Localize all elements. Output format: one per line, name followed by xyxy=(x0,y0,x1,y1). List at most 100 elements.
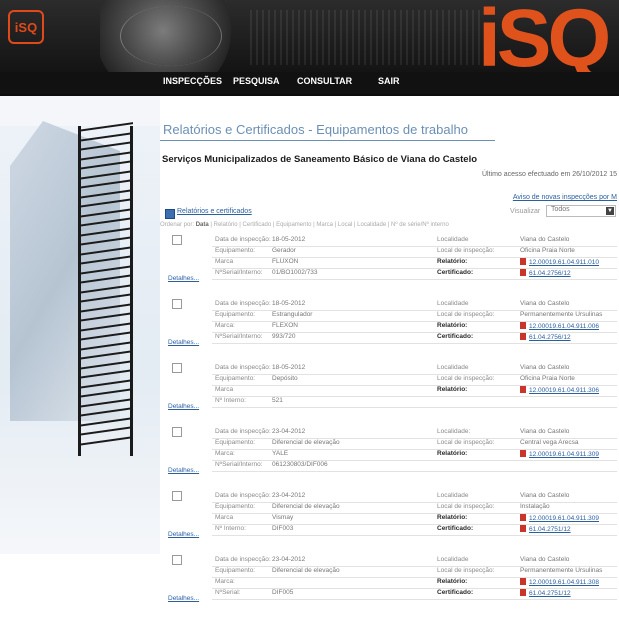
field-label: Certificado: xyxy=(437,525,474,532)
stair-step xyxy=(78,350,133,360)
field-label: Nº Interno: xyxy=(215,397,246,404)
document-link-text[interactable]: 61.04.2756/12 xyxy=(529,334,571,341)
field-label: Marca: xyxy=(215,322,235,329)
document-link-text[interactable]: 61.04.2751/12 xyxy=(529,590,571,597)
document-link-text[interactable]: 12.00019.61.04.911.006 xyxy=(529,323,599,330)
stair-step xyxy=(78,255,133,265)
details-link[interactable]: Detalhes... xyxy=(168,275,199,282)
nav-pesquisa[interactable]: PESQUISA xyxy=(233,76,280,86)
document-link-text[interactable]: 12.00019.61.04.911.309 xyxy=(529,451,599,458)
pdf-icon xyxy=(520,386,526,393)
document-link-text[interactable]: 61.04.2756/12 xyxy=(529,270,571,277)
record-item: Detalhes... Data de inspecção: 18-05-2012 L… xyxy=(160,233,619,297)
field-value: Viana do Castelo xyxy=(520,428,570,435)
document-link[interactable]: 12.00019.61.04.911.308 xyxy=(520,578,599,586)
chevron-down-icon[interactable]: ▼ xyxy=(606,207,614,215)
field-label: Local de inspecção: xyxy=(437,247,495,254)
document-link[interactable]: 12.00019.61.04.911.010 xyxy=(520,258,599,266)
field-value: 18-05-2012 xyxy=(272,364,306,371)
field-value: Viana do Castelo xyxy=(520,236,570,243)
field-label: Localidade xyxy=(437,236,469,243)
stair-step xyxy=(78,435,133,446)
field-label: Certificado: xyxy=(437,333,474,340)
field-value: Permanentemente Ursulinas xyxy=(520,311,603,318)
field-value: Vismay xyxy=(272,514,294,521)
filter-label: Visualizar xyxy=(510,208,541,215)
stair-step xyxy=(78,264,133,275)
field-label: NºSerial: xyxy=(215,589,241,596)
new-inspections-notice-link[interactable]: Aviso de novas inspecções por M xyxy=(513,194,617,201)
field-label: Relatório: xyxy=(437,578,468,585)
record-item: Detalhes... Data de inspecção: 23-04-2012 L… xyxy=(160,553,619,617)
details-link[interactable]: Detalhes... xyxy=(168,531,199,538)
field-label: Data de inspecção: xyxy=(215,236,271,243)
field-label: Certificado: xyxy=(437,589,474,596)
field-value: 23-04-2012 xyxy=(272,492,306,499)
document-link[interactable]: 61.04.2756/12 xyxy=(520,333,571,341)
record-checkbox[interactable] xyxy=(172,235,182,245)
document-link-text[interactable]: 12.00019.61.04.911.010 xyxy=(529,259,599,266)
staircase-graphic xyxy=(70,122,150,456)
record-checkbox[interactable] xyxy=(172,555,182,565)
record-checkbox[interactable] xyxy=(172,363,182,373)
details-link[interactable]: Detalhes... xyxy=(168,403,199,410)
record-checkbox[interactable] xyxy=(172,427,182,437)
field-label: Equipamento: xyxy=(215,503,256,510)
nav-consultar[interactable]: CONSULTAR xyxy=(297,76,352,86)
document-link[interactable]: 12.00019.61.04.911.006 xyxy=(520,322,599,330)
field-label: Equipamento: xyxy=(215,247,256,254)
document-link-text[interactable]: 61.04.2751/12 xyxy=(529,526,571,533)
stair-step xyxy=(78,226,133,237)
field-value: FLEXON xyxy=(272,322,299,329)
record-item: Detalhes... Data de inspecção: 23-04-2012 L… xyxy=(160,489,619,553)
field-value: Diferencial de elevação xyxy=(272,439,340,446)
pdf-icon xyxy=(520,450,526,457)
stair-step xyxy=(78,331,133,341)
field-label: Certificado: xyxy=(437,269,474,276)
details-link[interactable]: Detalhes... xyxy=(168,339,199,346)
header-banner: iSQ iSQ INSPECÇÕES PESQUISA CONSULTAR SA… xyxy=(0,0,619,96)
field-label: Data de inspecção: xyxy=(215,492,271,499)
record-checkbox[interactable] xyxy=(172,299,182,309)
pdf-icon xyxy=(520,322,526,329)
stair-step xyxy=(78,378,133,389)
document-link-text[interactable]: 12.00019.61.04.911.306 xyxy=(529,387,599,394)
sort-option-data[interactable]: Data xyxy=(196,222,209,228)
document-link[interactable]: 61.04.2751/12 xyxy=(520,589,571,597)
document-link[interactable]: 12.00019.61.04.911.309 xyxy=(520,450,599,458)
stair-step xyxy=(78,397,133,408)
document-link[interactable]: 61.04.2751/12 xyxy=(520,525,571,533)
record-checkbox[interactable] xyxy=(172,491,182,501)
section-reports-link[interactable]: Relatórios e certificados xyxy=(177,208,252,215)
field-value: 18-05-2012 xyxy=(272,236,306,243)
field-label: Local de inspecção: xyxy=(437,439,495,446)
field-value: YALE xyxy=(272,450,289,457)
document-link-text[interactable]: 12.00019.61.04.911.308 xyxy=(529,579,599,586)
field-label: Relatório: xyxy=(437,514,468,521)
stair-step xyxy=(78,188,133,199)
details-link[interactable]: Detalhes... xyxy=(168,467,199,474)
details-link[interactable]: Detalhes... xyxy=(168,595,199,602)
stair-step xyxy=(78,293,133,303)
document-link[interactable]: 61.04.2756/12 xyxy=(520,269,571,277)
stair-step xyxy=(78,217,133,227)
title-divider xyxy=(160,140,495,141)
field-label: NºSerial/Interno: xyxy=(215,461,263,468)
field-label: Marca: xyxy=(215,450,235,457)
field-label: Equipamento: xyxy=(215,311,256,318)
filter-select-value: Todos xyxy=(551,206,570,213)
nav-inspeccoes[interactable]: INSPECÇÕES xyxy=(163,76,222,86)
document-link[interactable]: 12.00019.61.04.911.309 xyxy=(520,514,599,522)
isq-logo-small[interactable]: iSQ xyxy=(8,10,44,44)
field-label: Relatório: xyxy=(437,258,468,265)
document-link[interactable]: 12.00019.61.04.911.306 xyxy=(520,386,599,394)
nav-sair[interactable]: SAIR xyxy=(378,76,400,86)
field-label: Local de inspecção: xyxy=(437,567,495,574)
filter-select[interactable]: Todos ▼ xyxy=(546,205,616,217)
field-label: Localidade xyxy=(437,556,469,563)
field-label: NºSerial/Interno: xyxy=(215,333,263,340)
sort-options[interactable]: | Relatório | Certificado | Equipamento … xyxy=(210,222,448,228)
stair-step xyxy=(78,388,133,398)
document-link-text[interactable]: 12.00019.61.04.911.309 xyxy=(529,515,599,522)
pdf-icon xyxy=(520,578,526,585)
